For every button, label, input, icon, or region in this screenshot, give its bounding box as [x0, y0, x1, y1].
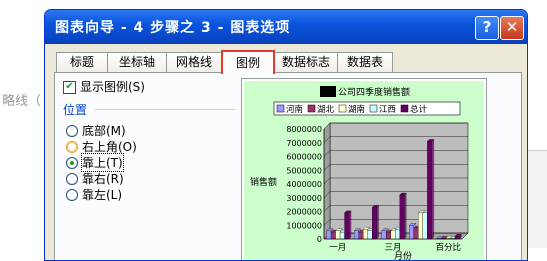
help-button[interactable]: ? — [475, 16, 499, 40]
chart-legend: 河南 湖北 湖南 江西 总计 — [273, 101, 461, 116]
tab-gridlines[interactable]: 网格线 — [166, 52, 222, 72]
legend-swatch-2 — [338, 104, 347, 113]
bar — [358, 231, 364, 240]
position-group-label: 位置 — [63, 103, 88, 117]
background-sheet-left: 略线（ — [0, 0, 44, 247]
bar — [422, 212, 428, 240]
legend-entry-2: 湖南 — [348, 104, 365, 115]
x-tick-label: 三月 — [384, 243, 401, 253]
plot-area: 0 1000000 2000000 3000000 4000000 5000000 6000… — [286, 122, 469, 253]
position-bottom-radio[interactable] — [66, 125, 78, 137]
tab-legend[interactable]: 图例 — [221, 50, 275, 74]
legend-swatch-1 — [307, 104, 316, 113]
bar-side — [376, 205, 379, 240]
close-button[interactable]: ✕ — [500, 16, 524, 40]
dialog-client: 标题 坐标轴 网格线 图例 数据标志 数据表 ✔ 显示图例(S) 位置 底部(M… — [48, 44, 524, 260]
background-text: 略线（ — [2, 94, 42, 109]
bar — [344, 212, 350, 240]
y-tick-label: 0 — [317, 235, 322, 244]
bar — [454, 236, 460, 240]
position-corner-label[interactable]: 右上角(O) — [82, 138, 137, 155]
y-tick-label: 7000000 — [286, 139, 322, 148]
position-right-label[interactable]: 靠右(R) — [82, 170, 124, 187]
position-top-radio[interactable] — [66, 157, 78, 169]
y-tick-label: 1000000 — [286, 221, 322, 230]
position-top-label[interactable]: 靠上(T) — [81, 153, 124, 172]
legend-entry-0: 河南 — [286, 104, 303, 115]
bar — [330, 231, 336, 240]
position-left-label[interactable]: 靠左(L) — [82, 186, 122, 203]
legend-tab-panel: ✔ 显示图例(S) 位置 底部(M) 右上角(O) 靠上(T) 靠右(R) 靠左… — [54, 72, 522, 260]
bar — [413, 227, 419, 240]
chart-title-group: 公司四季度销售额 — [320, 86, 410, 98]
y-axis-title: 销售额 — [250, 176, 277, 188]
bar — [395, 229, 400, 240]
tab-axes[interactable]: 坐标轴 — [107, 52, 167, 72]
bar — [367, 230, 373, 240]
bar-side — [348, 210, 352, 240]
show-legend-label[interactable]: 显示图例(S) — [80, 78, 145, 95]
y-tick-label: 4000000 — [286, 180, 322, 189]
bar — [409, 225, 415, 240]
bar — [326, 230, 332, 240]
legend-swatch-3 — [369, 104, 378, 113]
position-corner-radio[interactable] — [66, 141, 78, 153]
title-black-mark — [320, 86, 336, 97]
show-legend-checkbox[interactable]: ✔ — [63, 81, 76, 94]
legend-swatch-4 — [400, 104, 409, 113]
bar — [381, 230, 387, 240]
position-right-radio[interactable] — [66, 173, 78, 185]
legend-entry-4: 总计 — [410, 104, 428, 115]
bar — [339, 231, 345, 240]
tab-data-table[interactable]: 数据表 — [337, 52, 393, 72]
bar — [399, 194, 405, 240]
position-bottom-label[interactable]: 底部(M) — [82, 122, 126, 139]
tab-titles[interactable]: 标题 — [56, 52, 108, 72]
bar — [390, 230, 396, 240]
x-tick-label: 百分比 — [435, 242, 461, 253]
bar — [418, 212, 424, 240]
legend-entry-3: 江西 — [379, 105, 396, 115]
y-tick-label: 6000000 — [286, 153, 322, 162]
group-divider — [95, 109, 235, 110]
chart-area: 公司四季度销售额 河南 湖北 湖南 江西 总计 销售额 月份 0 1000000 20000… — [244, 81, 484, 260]
y-tick-label: 3000000 — [286, 194, 322, 203]
bar-side — [404, 192, 407, 240]
dialog-title: 图表向导 - 4 步骤之 3 - 图表选项 — [55, 20, 291, 36]
y-tick-label: 2000000 — [286, 208, 322, 217]
y-tick-label: 8000000 — [286, 125, 322, 134]
dialog-titlebar[interactable]: 图表向导 - 4 步骤之 3 - 图表选项 ? ✕ — [45, 10, 527, 44]
position-left-radio[interactable] — [66, 189, 78, 201]
chart-wizard-dialog: 图表向导 - 4 步骤之 3 - 图表选项 ? ✕ 标题 坐标轴 网格线 图例 … — [44, 9, 528, 261]
bar — [335, 230, 341, 240]
chart-title: 公司四季度销售额 — [338, 86, 410, 98]
x-tick-label: 一月 — [329, 243, 346, 253]
bar — [363, 229, 368, 240]
preview-chart: 公司四季度销售额 河南 湖北 湖南 江西 总计 销售额 月份 0100000020000… — [250, 86, 469, 260]
bar — [386, 231, 391, 240]
bar — [427, 141, 433, 240]
tab-data-labels[interactable]: 数据标志 — [274, 52, 338, 72]
bar-side — [431, 139, 435, 240]
legend-entry-1: 湖北 — [317, 105, 335, 115]
bar — [371, 207, 377, 240]
bar — [354, 230, 359, 240]
y-tick-label: 5000000 — [286, 166, 322, 175]
chart-preview: 公司四季度销售额 河南 湖北 湖南 江西 总计 销售额 月份 0 1000000 20000… — [241, 78, 487, 260]
legend-swatch-0 — [276, 104, 285, 113]
